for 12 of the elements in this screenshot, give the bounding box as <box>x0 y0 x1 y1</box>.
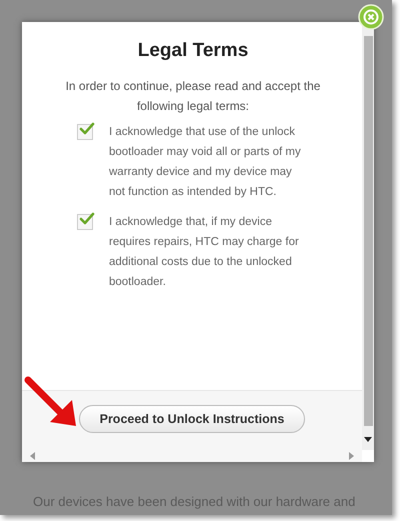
dialog-title: Legal Terms <box>138 40 248 62</box>
proceed-button[interactable]: Proceed to Unlock Instructions <box>78 405 306 433</box>
term-text: I acknowledge that, if my device requires repairs, HTC may charge for additional costs due to the unlocked bootloader. <box>109 215 300 290</box>
left-arrow-icon[interactable] <box>30 452 35 460</box>
intro-text: In order to continue, please read and accept the following legal terms: <box>64 78 322 115</box>
right-arrow-icon[interactable] <box>349 452 354 460</box>
term-text: I acknowledge that use of the unlock bootloader may void all or parts of my warranty device and my device may not function as intended by HTC. <box>109 125 302 200</box>
checkbox[interactable] <box>77 214 93 230</box>
checkbox[interactable] <box>77 124 93 140</box>
down-arrow-icon[interactable] <box>364 437 372 442</box>
horizontal-scrollbar[interactable] <box>22 450 362 462</box>
close-icon[interactable] <box>358 4 384 30</box>
